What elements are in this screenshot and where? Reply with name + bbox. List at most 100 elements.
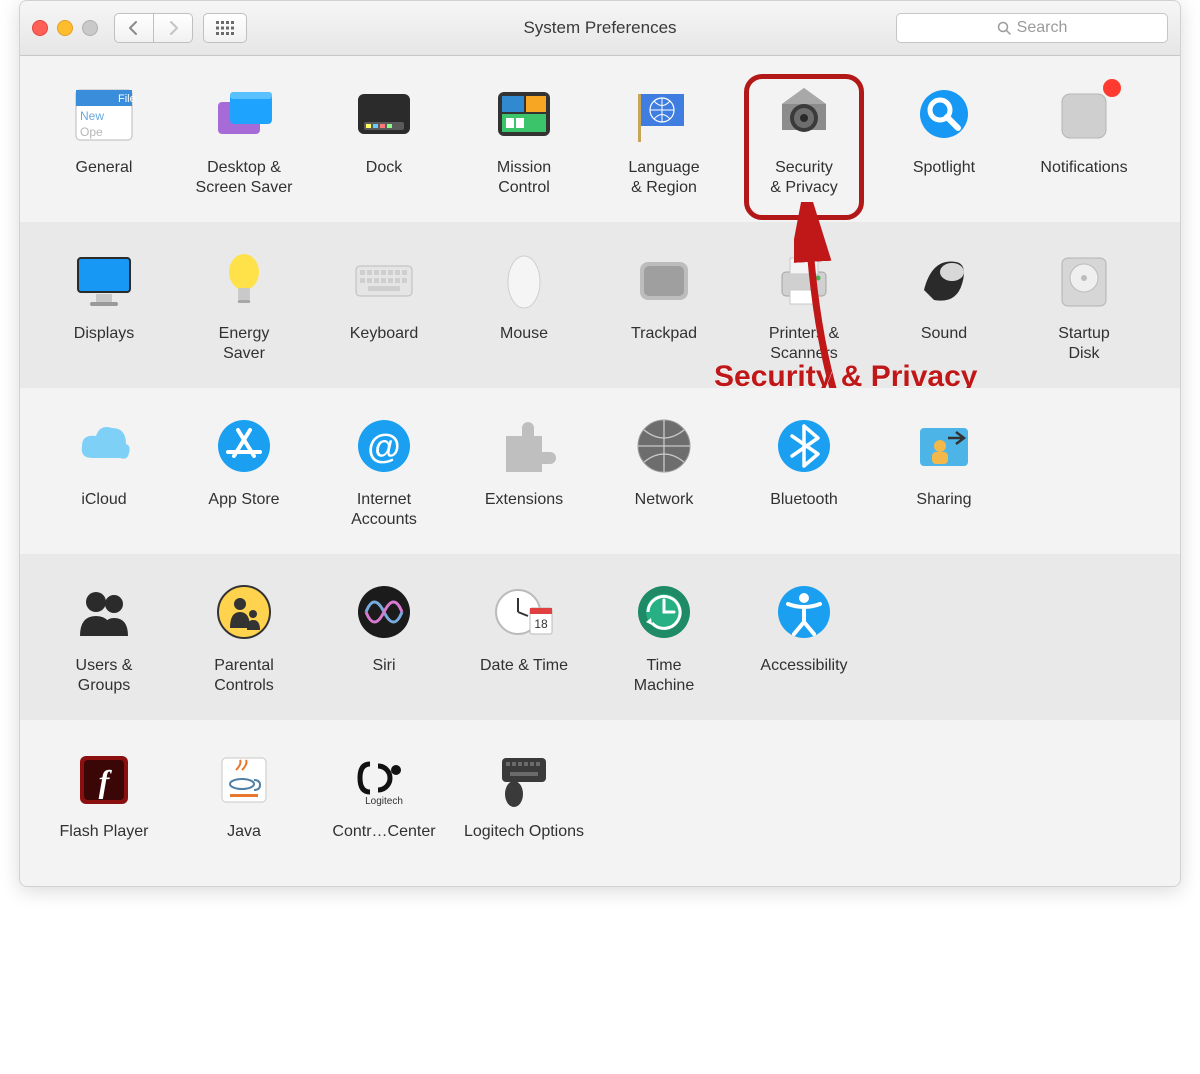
pref-label: Network <box>635 490 694 530</box>
pref-keyboard[interactable]: Keyboard <box>314 250 454 364</box>
users-groups-icon <box>72 582 136 646</box>
pref-energy-saver[interactable]: Energy Saver <box>174 250 314 364</box>
pref-spotlight[interactable]: Spotlight <box>874 84 1014 198</box>
sharing-icon <box>912 416 976 480</box>
keyboard-icon <box>352 250 416 314</box>
icloud-icon <box>72 416 136 480</box>
pref-mouse[interactable]: Mouse <box>454 250 594 364</box>
pref-mission-control[interactable]: Mission Control <box>454 84 594 198</box>
pref-label: Parental Controls <box>214 656 274 696</box>
sound-icon <box>912 250 976 314</box>
pref-control-center[interactable]: Contr…Center <box>314 748 454 862</box>
parental-controls-icon <box>212 582 276 646</box>
pref-desktop[interactable]: Desktop & Screen Saver <box>174 84 314 198</box>
pref-security-privacy[interactable]: Security & Privacy <box>734 84 874 198</box>
pref-label: Language & Region <box>628 158 699 198</box>
mouse-icon <box>492 250 556 314</box>
notification-badge <box>1103 79 1121 97</box>
pref-label: Spotlight <box>913 158 975 198</box>
nav-buttons <box>114 13 193 43</box>
pref-accessibility[interactable]: Accessibility <box>734 582 874 696</box>
pref-icloud[interactable]: iCloud <box>34 416 174 530</box>
pref-label: Extensions <box>485 490 563 530</box>
pref-siri[interactable]: Siri <box>314 582 454 696</box>
pref-startup-disk[interactable]: Startup Disk <box>1014 250 1154 364</box>
pref-printers-scanners[interactable]: Printers & Scanners <box>734 250 874 364</box>
forward-button[interactable] <box>154 13 193 43</box>
logitech-options-icon <box>492 748 556 812</box>
pref-network[interactable]: Network <box>594 416 734 530</box>
pref-label: Notifications <box>1040 158 1127 198</box>
pref-label: Date & Time <box>480 656 568 696</box>
pref-sound[interactable]: Sound <box>874 250 1014 364</box>
pref-label: Java <box>227 822 261 862</box>
pref-general[interactable]: General <box>34 84 174 198</box>
show-all-button[interactable] <box>203 13 247 43</box>
pref-parental-controls[interactable]: Parental Controls <box>174 582 314 696</box>
pref-label: Security & Privacy <box>770 158 838 198</box>
desktop-icon <box>212 84 276 148</box>
pref-label: Users & Groups <box>76 656 133 696</box>
siri-icon <box>352 582 416 646</box>
pref-extensions[interactable]: Extensions <box>454 416 594 530</box>
pref-label: Bluetooth <box>770 490 838 530</box>
pref-label: Keyboard <box>350 324 419 364</box>
pref-bluetooth[interactable]: Bluetooth <box>734 416 874 530</box>
pref-language-region[interactable]: Language & Region <box>594 84 734 198</box>
bluetooth-icon <box>772 416 836 480</box>
search-icon <box>997 21 1011 35</box>
pref-users-groups[interactable]: Users & Groups <box>34 582 174 696</box>
pref-row: iCloud App Store Internet Accounts Extensio… <box>20 388 1180 554</box>
trackpad-icon <box>632 250 696 314</box>
pref-label: Flash Player <box>60 822 149 862</box>
spotlight-icon <box>912 84 976 148</box>
pref-internet-accounts[interactable]: Internet Accounts <box>314 416 454 530</box>
pref-label: Mouse <box>500 324 548 364</box>
time-machine-icon <box>632 582 696 646</box>
pref-notifications[interactable]: Notifications <box>1014 84 1154 198</box>
search-placeholder: Search <box>1017 19 1068 37</box>
pref-label: Mission Control <box>497 158 551 198</box>
startup-disk-icon <box>1052 250 1116 314</box>
language-region-icon <box>632 84 696 148</box>
pref-row: Flash Player Java Contr…Center Logitech Opt… <box>20 720 1180 886</box>
pref-label: General <box>76 158 133 198</box>
pref-time-machine[interactable]: Time Machine <box>594 582 734 696</box>
pref-label: Time Machine <box>634 656 694 696</box>
pref-label: iCloud <box>81 490 126 530</box>
chevron-left-icon <box>128 21 140 35</box>
control-center-icon <box>352 748 416 812</box>
window-controls <box>32 20 98 36</box>
pref-sharing[interactable]: Sharing <box>874 416 1014 530</box>
toolbar: System Preferences Search <box>20 1 1180 56</box>
pref-displays[interactable]: Displays <box>34 250 174 364</box>
pref-label: Sharing <box>916 490 971 530</box>
app-store-icon <box>212 416 276 480</box>
pref-dock[interactable]: Dock <box>314 84 454 198</box>
java-icon <box>212 748 276 812</box>
back-button[interactable] <box>114 13 154 43</box>
dock-icon <box>352 84 416 148</box>
pref-app-store[interactable]: App Store <box>174 416 314 530</box>
pref-label: Trackpad <box>631 324 697 364</box>
minimize-window-button[interactable] <box>57 20 73 36</box>
extensions-icon <box>492 416 556 480</box>
pref-label: Energy Saver <box>219 324 270 364</box>
notifications-icon <box>1052 84 1116 148</box>
pref-date-time[interactable]: Date & Time <box>454 582 594 696</box>
pref-trackpad[interactable]: Trackpad <box>594 250 734 364</box>
pref-java[interactable]: Java <box>174 748 314 862</box>
pref-label: Logitech Options <box>464 822 584 862</box>
internet-accounts-icon <box>352 416 416 480</box>
zoom-window-button[interactable] <box>82 20 98 36</box>
chevron-right-icon <box>167 21 179 35</box>
close-window-button[interactable] <box>32 20 48 36</box>
search-field[interactable]: Search <box>896 13 1168 43</box>
pref-label: Internet Accounts <box>351 490 417 530</box>
security-privacy-icon <box>772 84 836 148</box>
pref-logitech-options[interactable]: Logitech Options <box>454 748 594 862</box>
general-icon <box>72 84 136 148</box>
pref-label: Contr…Center <box>332 822 435 862</box>
pref-flash-player[interactable]: Flash Player <box>34 748 174 862</box>
pref-label: Desktop & Screen Saver <box>196 158 293 198</box>
